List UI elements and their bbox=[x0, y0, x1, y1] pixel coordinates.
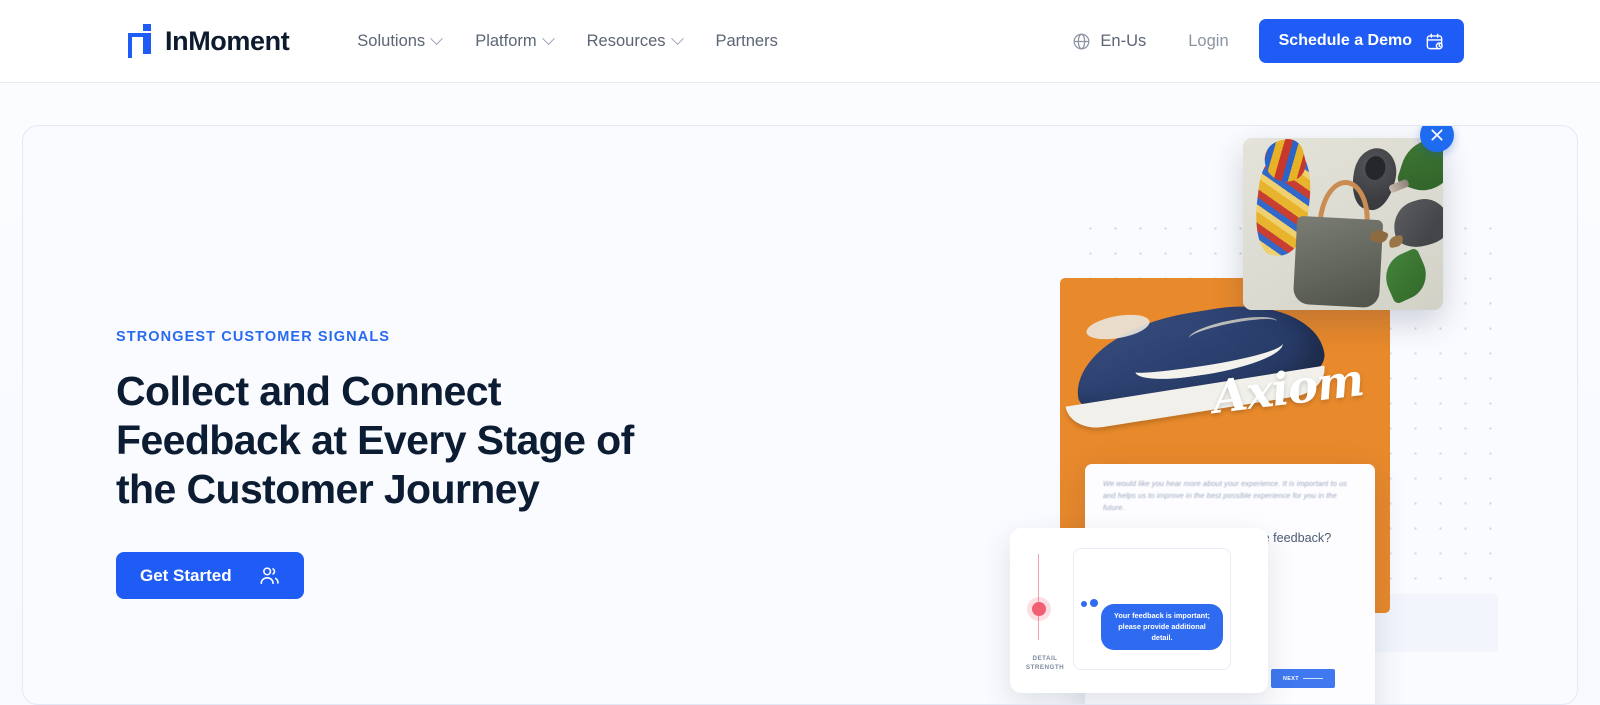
detail-strength-card: DETAIL STRENGTH Your feedback is importa… bbox=[1010, 528, 1268, 693]
nav-label: Resources bbox=[586, 31, 666, 50]
brand-logo[interactable]: InMoment bbox=[128, 24, 290, 58]
main-navigation: Solutions Platform Resources Partners bbox=[357, 26, 778, 57]
detail-strength-slider[interactable] bbox=[1038, 554, 1040, 640]
get-started-label: Get Started bbox=[140, 565, 232, 585]
close-x-icon bbox=[1431, 129, 1443, 141]
site-header: InMoment Solutions Platform Resources Pa… bbox=[0, 0, 1600, 83]
typing-dot bbox=[1081, 601, 1087, 607]
uploaded-photo-card bbox=[1243, 138, 1443, 310]
typing-dot bbox=[1090, 599, 1098, 607]
next-label: NEXT bbox=[1283, 675, 1299, 682]
schedule-demo-label: Schedule a Demo bbox=[1278, 32, 1412, 49]
close-photo-button[interactable] bbox=[1420, 126, 1454, 152]
nav-item-resources[interactable]: Resources bbox=[586, 26, 684, 57]
get-started-button[interactable]: Get Started bbox=[116, 552, 304, 600]
nav-item-solutions[interactable]: Solutions bbox=[357, 26, 444, 57]
calendar-icon bbox=[1426, 33, 1443, 49]
nav-label: Platform bbox=[475, 31, 537, 50]
users-icon bbox=[260, 567, 279, 584]
hero-card: STRONGEST CUSTOMER SIGNALS Collect and C… bbox=[22, 125, 1578, 705]
nav-label: Solutions bbox=[357, 31, 426, 50]
globe-icon bbox=[1073, 33, 1090, 49]
schedule-demo-button[interactable]: Schedule a Demo bbox=[1258, 19, 1464, 63]
hero-illustration: Axiom We would like you hear more about … bbox=[978, 126, 1538, 704]
feedback-tooltip-bubble: Your feedback is important; please provi… bbox=[1101, 604, 1223, 651]
slider-handle[interactable] bbox=[1032, 602, 1046, 616]
inmoment-logo-icon bbox=[128, 24, 153, 58]
nav-item-partners[interactable]: Partners bbox=[716, 26, 778, 57]
survey-next-button[interactable]: NEXT bbox=[1271, 669, 1335, 688]
survey-intro-text: We would like you hear more about your e… bbox=[1103, 479, 1348, 512]
arrow-right-icon bbox=[1302, 678, 1323, 679]
chevron-down-icon bbox=[541, 31, 555, 45]
language-label: En-Us bbox=[1100, 31, 1147, 50]
login-link[interactable]: Login bbox=[1188, 32, 1228, 51]
chevron-down-icon bbox=[670, 31, 684, 45]
nav-label: Partners bbox=[715, 31, 778, 50]
bag-photo-item bbox=[1292, 215, 1384, 309]
language-selector[interactable]: En-Us bbox=[1072, 32, 1146, 51]
hero-section: STRONGEST CUSTOMER SIGNALS Collect and C… bbox=[0, 83, 1600, 705]
nav-item-platform[interactable]: Platform bbox=[475, 26, 555, 57]
brand-name: InMoment bbox=[165, 25, 290, 56]
hero-eyebrow: STRONGEST CUSTOMER SIGNALS bbox=[116, 329, 391, 345]
slider-label: DETAIL STRENGTH bbox=[1025, 655, 1065, 672]
page-title: Collect and Connect Feedback at Every St… bbox=[116, 368, 634, 512]
header-actions: En-Us Login Schedule a Demo bbox=[1072, 19, 1600, 63]
chevron-down-icon bbox=[430, 31, 444, 45]
hero-content: STRONGEST CUSTOMER SIGNALS Collect and C… bbox=[116, 329, 736, 600]
